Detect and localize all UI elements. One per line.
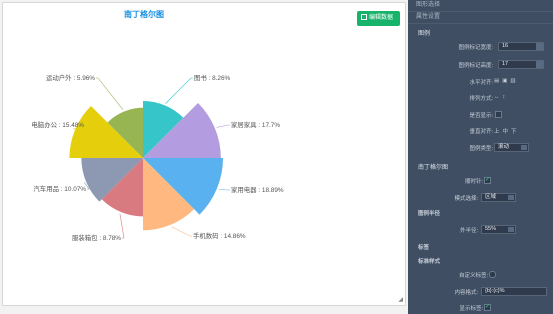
legend-show-checkbox[interactable] (495, 111, 502, 118)
show-label-checkbox[interactable]: ✓ (484, 304, 491, 311)
clockwise-row: 顺时针: ✓ (408, 176, 553, 186)
label-style-section-title: 标准样式 (418, 259, 441, 265)
custom-label-checkbox[interactable] (489, 271, 496, 278)
leader-line (218, 189, 230, 191)
legend-show-label: 是否显示: (469, 113, 493, 119)
slice-label: 图书 : 8.26% (194, 73, 231, 82)
leader-line (171, 226, 192, 237)
legend-mark-height-row: 图例标记高度: 17 (408, 60, 553, 70)
rose-section-title: 南丁格尔图 (418, 165, 449, 171)
clockwise-label: 顺时针: (464, 179, 483, 185)
label-section-title: 标签 (418, 245, 430, 251)
leader-line (216, 124, 230, 128)
align-left-icon: ▤ (494, 78, 500, 84)
leader-line (96, 77, 124, 110)
show-label-label: 显示标签: (459, 306, 483, 312)
valign-bottom[interactable]: 下 (511, 129, 517, 135)
slice-label: 家用电器 : 18.89% (231, 185, 284, 194)
legend-valign-row: 垂直对齐: 上中下 (408, 126, 553, 136)
show-label-row: 显示标签: ✓ (408, 303, 553, 313)
legend-valign-options[interactable]: 上中下 (494, 127, 520, 135)
content-format-input[interactable]: {b}:{c}% (481, 287, 547, 296)
radius-section-title: 图例半径 (418, 211, 441, 217)
legend-layout-options[interactable]: ↔ ↕ (494, 94, 508, 100)
tab-chart-select[interactable]: 图形选择 (408, 0, 553, 12)
custom-label-row: 自定义标签: (408, 270, 553, 280)
legend-mark-height-input[interactable]: 17 (498, 60, 544, 69)
slice-label: 服装箱包 : 8.78% (72, 233, 121, 242)
slice-label: 电脑办公 : 15.48% (31, 120, 84, 129)
legend-mark-width-input[interactable]: 16 (498, 42, 544, 51)
outer-radius-label: 外半径: (459, 228, 478, 234)
horizontal-layout-icon: ↔ (494, 94, 500, 100)
chart-area: 南丁格尔图 编辑数据 图书 : 8.26% 家居家具 : 17.7% 家用电器 : … (0, 0, 408, 314)
clockwise-checkbox[interactable]: ✓ (484, 177, 491, 184)
align-center-icon: ▣ (502, 78, 508, 84)
legend-valign-label: 垂直对齐: (469, 129, 493, 135)
slice-label: 家居家具 : 17.7% (231, 120, 280, 129)
content-format-row: 内容格式: {b}:{c}% (408, 287, 553, 297)
chevron-down-icon (521, 145, 527, 150)
legend-type-label: 图例类型: (469, 146, 493, 152)
mode-select[interactable]: 区域 (481, 193, 516, 202)
outer-radius-select[interactable]: 55% (481, 225, 516, 234)
legend-mark-height-label: 图例标记高度: (458, 63, 493, 69)
rose-chart: 图书 : 8.26% 家居家具 : 17.7% 家用电器 : 18.89% 手机数码 … (31, 73, 284, 242)
vertical-layout-icon: ↕ (502, 94, 506, 100)
outer-radius-row: 外半径: 55% (408, 225, 553, 235)
resize-handle[interactable]: ◢ (398, 296, 403, 303)
leader-line (165, 77, 193, 104)
legend-type-select[interactable]: 滚动 (494, 143, 529, 152)
valign-middle[interactable]: 中 (503, 129, 509, 135)
slice-label: 汽车用品 : 10.07% (33, 184, 86, 193)
legend-halign-label: 水平对齐: (469, 80, 493, 86)
legend-type-row: 图例类型: 滚动 (408, 143, 553, 153)
legend-mark-width-label: 图例标记宽度: (458, 45, 493, 51)
chevron-down-icon (508, 227, 514, 232)
legend-show-row: 是否显示: (408, 110, 553, 120)
legend-layout-row: 排列方式: ↔ ↕ (408, 93, 553, 103)
properties-panel: 图形选择 属性设置 图例 图例标记宽度: 16 图例标记高度: 17 水平对齐:… (408, 0, 553, 314)
custom-label-label: 自定义标签: (458, 273, 488, 279)
mode-label: 模式选择: (454, 196, 478, 202)
legend-halign-options[interactable]: ▤ ▣ ▥ (494, 78, 519, 84)
slice-label: 手机数码 : 14.86% (193, 231, 246, 240)
legend-halign-row: 水平对齐: ▤ ▣ ▥ (408, 77, 553, 87)
tab-property-settings[interactable]: 属性设置 (408, 12, 553, 24)
legend-layout-label: 排列方式: (469, 96, 493, 102)
align-right-icon: ▥ (510, 78, 516, 84)
content-format-label: 内容格式: (454, 290, 478, 296)
valign-top[interactable]: 上 (494, 129, 500, 135)
legend-mark-width-row: 图例标记宽度: 16 (408, 42, 553, 52)
slice-label: 运动户外 : 5.96% (46, 73, 95, 82)
legend-section-title: 图例 (418, 31, 431, 37)
mode-row: 模式选择: 区域 (408, 193, 553, 203)
chevron-down-icon (508, 195, 514, 200)
chart-canvas: 南丁格尔图 编辑数据 图书 : 8.26% 家居家具 : 17.7% 家用电器 : … (2, 2, 406, 306)
